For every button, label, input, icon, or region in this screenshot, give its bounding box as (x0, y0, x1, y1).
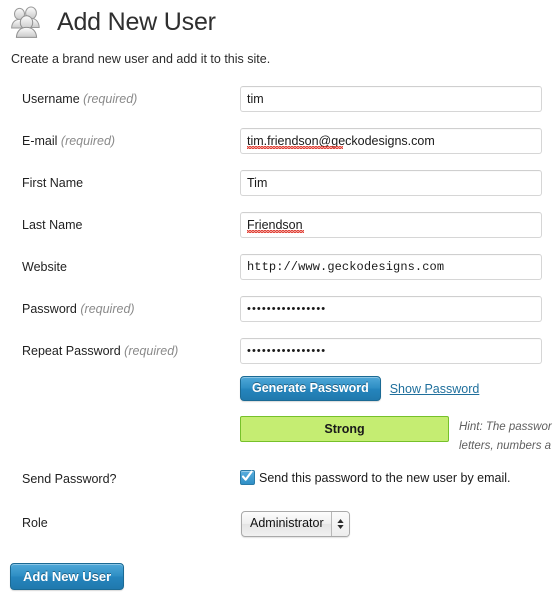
required-marker: (required) (60, 134, 116, 148)
control-send-password: Send this password to the new user by em… (240, 470, 511, 485)
form-row-last-name: Last Name (0, 210, 556, 252)
control-email (240, 128, 542, 154)
form-row-website: Website (0, 252, 556, 294)
form-row-password-tools: Generate Password Show Password (0, 376, 556, 416)
role-select-value: Administrator (250, 516, 324, 530)
form-row-repeat-password: Repeat Password (required) (0, 336, 556, 378)
label-repeat-password-text: Repeat Password (22, 344, 121, 358)
control-password-strength: Strong (240, 416, 449, 442)
add-user-form: Username (required) E-mail (required) Fi… (0, 84, 556, 548)
send-password-checkbox-label: Send this password to the new user by em… (259, 470, 511, 485)
control-role: Administrator (241, 511, 350, 537)
username-input[interactable] (240, 86, 542, 112)
page-header: Add New User (10, 6, 216, 38)
repeat-password-input[interactable] (240, 338, 542, 364)
control-first-name (240, 170, 542, 196)
label-first-name: First Name (22, 176, 83, 190)
chevron-updown-icon (330, 512, 349, 536)
label-last-name: Last Name (22, 218, 82, 232)
form-row-username: Username (required) (0, 84, 556, 126)
required-marker: (required) (80, 302, 135, 316)
label-website: Website (22, 260, 67, 274)
password-hint-line-1: Hint: The passwor (459, 421, 552, 433)
last-name-input[interactable] (240, 212, 542, 238)
control-username (240, 86, 542, 112)
form-row-send-password: Send Password? Send this password to the… (0, 462, 556, 506)
control-last-name (240, 212, 542, 238)
label-password-text: Password (22, 302, 77, 316)
form-row-first-name: First Name (0, 168, 556, 210)
page-title: Add New User (57, 7, 216, 36)
first-name-input[interactable] (240, 170, 542, 196)
email-input[interactable] (240, 128, 542, 154)
label-repeat-password: Repeat Password (required) (22, 344, 178, 358)
label-username-text: Username (22, 92, 80, 106)
control-password-tools: Generate Password Show Password (240, 376, 479, 401)
label-email: E-mail (required) (22, 134, 115, 148)
label-website-text: Website (22, 260, 67, 274)
label-email-text: E-mail (22, 134, 58, 148)
required-marker: (required) (124, 344, 179, 358)
label-role: Role (22, 516, 48, 530)
submit-area: Add New User (10, 563, 125, 590)
password-strength-indicator: Strong (240, 416, 449, 442)
form-row-password: Password (required) (0, 294, 556, 336)
label-send-password: Send Password? (22, 472, 117, 486)
form-row-email: E-mail (required) (0, 126, 556, 168)
required-marker: (required) (83, 92, 138, 106)
form-row-password-strength: Strong Hint: The passwor letters, number… (0, 416, 556, 462)
label-password: Password (required) (22, 302, 135, 316)
role-select[interactable]: Administrator (241, 511, 350, 537)
send-password-checkbox[interactable] (240, 470, 255, 485)
label-first-name-text: First Name (22, 176, 84, 190)
password-hint-line-2: letters, numbers a (459, 440, 552, 452)
website-input[interactable] (240, 254, 542, 280)
form-row-role: Role Administrator (0, 506, 556, 548)
show-password-link[interactable]: Show Password (390, 382, 480, 396)
control-password (240, 296, 542, 322)
page-subtitle: Create a brand new user and add it to th… (11, 52, 271, 66)
add-new-user-button[interactable]: Add New User (10, 563, 125, 590)
control-website (240, 254, 542, 280)
checkmark-icon (241, 470, 253, 481)
label-username: Username (required) (22, 92, 137, 106)
control-repeat-password (240, 338, 542, 364)
password-hint: Hint: The passwor letters, numbers a (459, 418, 556, 456)
label-last-name-text: Last Name (22, 218, 83, 232)
generate-password-button[interactable]: Generate Password (240, 376, 381, 401)
password-input[interactable] (240, 296, 542, 322)
users-icon (10, 6, 48, 38)
